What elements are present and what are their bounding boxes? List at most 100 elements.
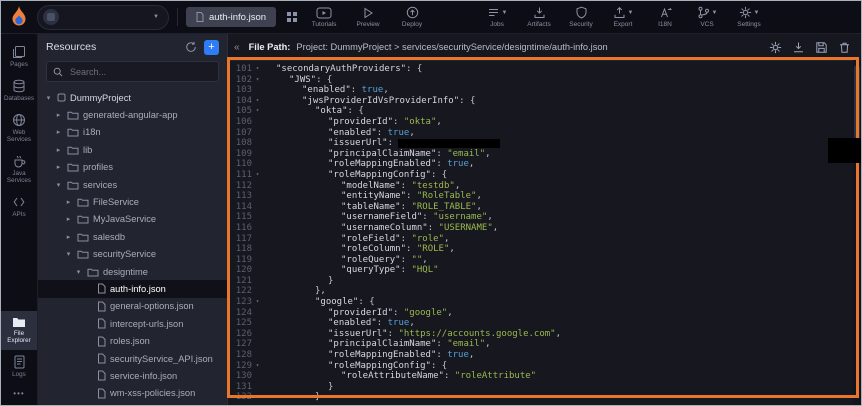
- chevron-down-icon[interactable]: ▾: [74, 268, 83, 276]
- chevron-right-icon[interactable]: ▸: [54, 163, 63, 171]
- line-number[interactable]: 113: [228, 191, 252, 202]
- sidebar-item-apis[interactable]: APIs: [1, 190, 37, 224]
- sidebar-item-web-services[interactable]: Web Services: [1, 108, 37, 149]
- line-number[interactable]: 128: [228, 350, 252, 361]
- add-resource-button[interactable]: +: [204, 40, 219, 55]
- chevron-right-icon[interactable]: ▸: [64, 198, 73, 206]
- deploy-button[interactable]: Deploy: [394, 6, 430, 28]
- i18n-button[interactable]: I18N: [647, 6, 683, 28]
- code-editor[interactable]: 101▾"secondaryAuthProviders": {102▾"JWS"…: [228, 61, 861, 406]
- jobs-button[interactable]: ▼ Jobs: [479, 6, 515, 28]
- line-number[interactable]: 123: [228, 297, 252, 308]
- line-number[interactable]: 106: [228, 117, 252, 128]
- download-icon[interactable]: [792, 41, 805, 54]
- tree-item-roles.json[interactable]: roles.json: [38, 332, 227, 349]
- sidebar-item-more[interactable]: •••: [1, 384, 37, 404]
- app-logo-icon[interactable]: [9, 5, 31, 29]
- refresh-icon[interactable]: [185, 41, 197, 53]
- open-file-tab[interactable]: auth-info.json: [186, 7, 276, 27]
- tree-item-FileService[interactable]: ▸FileService: [38, 193, 227, 210]
- tree-item-DummyProject[interactable]: ▾DummyProject: [38, 89, 227, 106]
- tree-item-salesdb[interactable]: ▸salesdb: [38, 228, 227, 245]
- export-button[interactable]: ▼ Export: [605, 6, 641, 28]
- artifacts-button[interactable]: Artifacts: [521, 6, 557, 28]
- sidebar-item-databases[interactable]: Databases: [1, 74, 37, 108]
- search-input[interactable]: [68, 66, 212, 78]
- settings-button[interactable]: ▼ Settings: [731, 6, 767, 28]
- preview-button[interactable]: Preview: [350, 6, 386, 28]
- tutorials-button[interactable]: Tutorials: [306, 6, 342, 28]
- line-number[interactable]: 117: [228, 234, 252, 245]
- tree-item-i18n[interactable]: ▸i18n: [38, 124, 227, 141]
- editor-scrollbar[interactable]: [853, 60, 861, 406]
- fold-toggle-icon[interactable]: ▾: [252, 361, 263, 372]
- sidebar-item-java-services[interactable]: Java Services: [1, 149, 37, 190]
- tree-item-service-info.json[interactable]: service-info.json: [38, 367, 227, 384]
- sidebar-item-file-explorer[interactable]: File Explorer: [1, 311, 37, 350]
- chevron-down-icon[interactable]: ▾: [54, 181, 63, 189]
- line-number[interactable]: 103: [228, 85, 252, 96]
- security-button[interactable]: Security: [563, 6, 599, 28]
- tree-item-securityService[interactable]: ▾securityService: [38, 246, 227, 263]
- apps-grid-icon[interactable]: [286, 11, 298, 23]
- tree-item-profiles[interactable]: ▸profiles: [38, 159, 227, 176]
- line-number[interactable]: 105: [228, 106, 252, 117]
- search-box[interactable]: [46, 61, 219, 82]
- save-icon[interactable]: [815, 41, 828, 54]
- fold-toggle-icon[interactable]: ▾: [252, 297, 263, 308]
- chevron-down-icon[interactable]: ▾: [64, 250, 73, 258]
- line-number[interactable]: 126: [228, 329, 252, 340]
- chevron-right-icon[interactable]: ▸: [54, 146, 63, 154]
- line-number[interactable]: 118: [228, 244, 252, 255]
- line-number[interactable]: 127: [228, 339, 252, 350]
- fold-toggle-icon[interactable]: ▾: [252, 96, 263, 107]
- line-number[interactable]: 120: [228, 265, 252, 276]
- line-number[interactable]: 122: [228, 286, 252, 297]
- line-number[interactable]: 109: [228, 149, 252, 160]
- line-number[interactable]: 121: [228, 276, 252, 287]
- line-number[interactable]: 111: [228, 170, 252, 181]
- tree-item-general-options.json[interactable]: general-options.json: [38, 298, 227, 315]
- line-number[interactable]: 101: [228, 64, 252, 75]
- file-settings-gear-icon[interactable]: [769, 41, 782, 54]
- project-switcher[interactable]: ▼: [37, 5, 169, 30]
- fold-toggle-icon[interactable]: ▾: [252, 106, 263, 117]
- chevron-down-icon[interactable]: ▾: [44, 94, 53, 102]
- chevron-right-icon[interactable]: ▸: [54, 128, 63, 136]
- chevron-right-icon[interactable]: ▸: [54, 111, 63, 119]
- line-number[interactable]: 125: [228, 318, 252, 329]
- tree-item-securityService_API.json[interactable]: securityService_API.json: [38, 350, 227, 367]
- line-number[interactable]: 116: [228, 223, 252, 234]
- line-number[interactable]: 130: [228, 371, 252, 382]
- fold-toggle-icon[interactable]: ▾: [252, 64, 263, 75]
- tree-item-wm-xss-policies.json[interactable]: wm-xss-policies.json: [38, 385, 227, 402]
- chevron-right-icon[interactable]: ▸: [64, 215, 73, 223]
- tree-item-lib[interactable]: ▸lib: [38, 141, 227, 158]
- tree-item-auth-info.json[interactable]: auth-info.json: [38, 280, 227, 297]
- chevron-right-icon[interactable]: ▸: [64, 233, 73, 241]
- tree-item-intercept-urls.json[interactable]: intercept-urls.json: [38, 315, 227, 332]
- tree-item-services[interactable]: ▾services: [38, 176, 227, 193]
- line-number[interactable]: 129: [228, 361, 252, 372]
- delete-trash-icon[interactable]: [838, 41, 851, 54]
- fold-toggle-icon[interactable]: ▾: [252, 75, 263, 86]
- vcs-button[interactable]: ▼ VCS: [689, 6, 725, 28]
- line-number[interactable]: 132: [228, 392, 252, 403]
- sidebar-item-pages[interactable]: Pages: [1, 40, 37, 74]
- line-number[interactable]: 114: [228, 202, 252, 213]
- line-number[interactable]: 107: [228, 128, 252, 139]
- line-number[interactable]: 108: [228, 138, 252, 149]
- tree-item-generated-angular-app[interactable]: ▸generated-angular-app: [38, 106, 227, 123]
- line-number[interactable]: 131: [228, 382, 252, 393]
- line-number[interactable]: 124: [228, 308, 252, 319]
- tree-item-MyJavaService[interactable]: ▸MyJavaService: [38, 211, 227, 228]
- line-number[interactable]: 104: [228, 96, 252, 107]
- sidebar-item-logs[interactable]: Logs: [1, 350, 37, 384]
- line-number[interactable]: 119: [228, 255, 252, 266]
- line-number[interactable]: 102: [228, 75, 252, 86]
- tree-item-designtime[interactable]: ▾designtime: [38, 263, 227, 280]
- line-number[interactable]: 110: [228, 159, 252, 170]
- collapse-panel-icon[interactable]: «: [231, 42, 243, 53]
- line-number[interactable]: 112: [228, 181, 252, 192]
- fold-toggle-icon[interactable]: ▾: [252, 170, 263, 181]
